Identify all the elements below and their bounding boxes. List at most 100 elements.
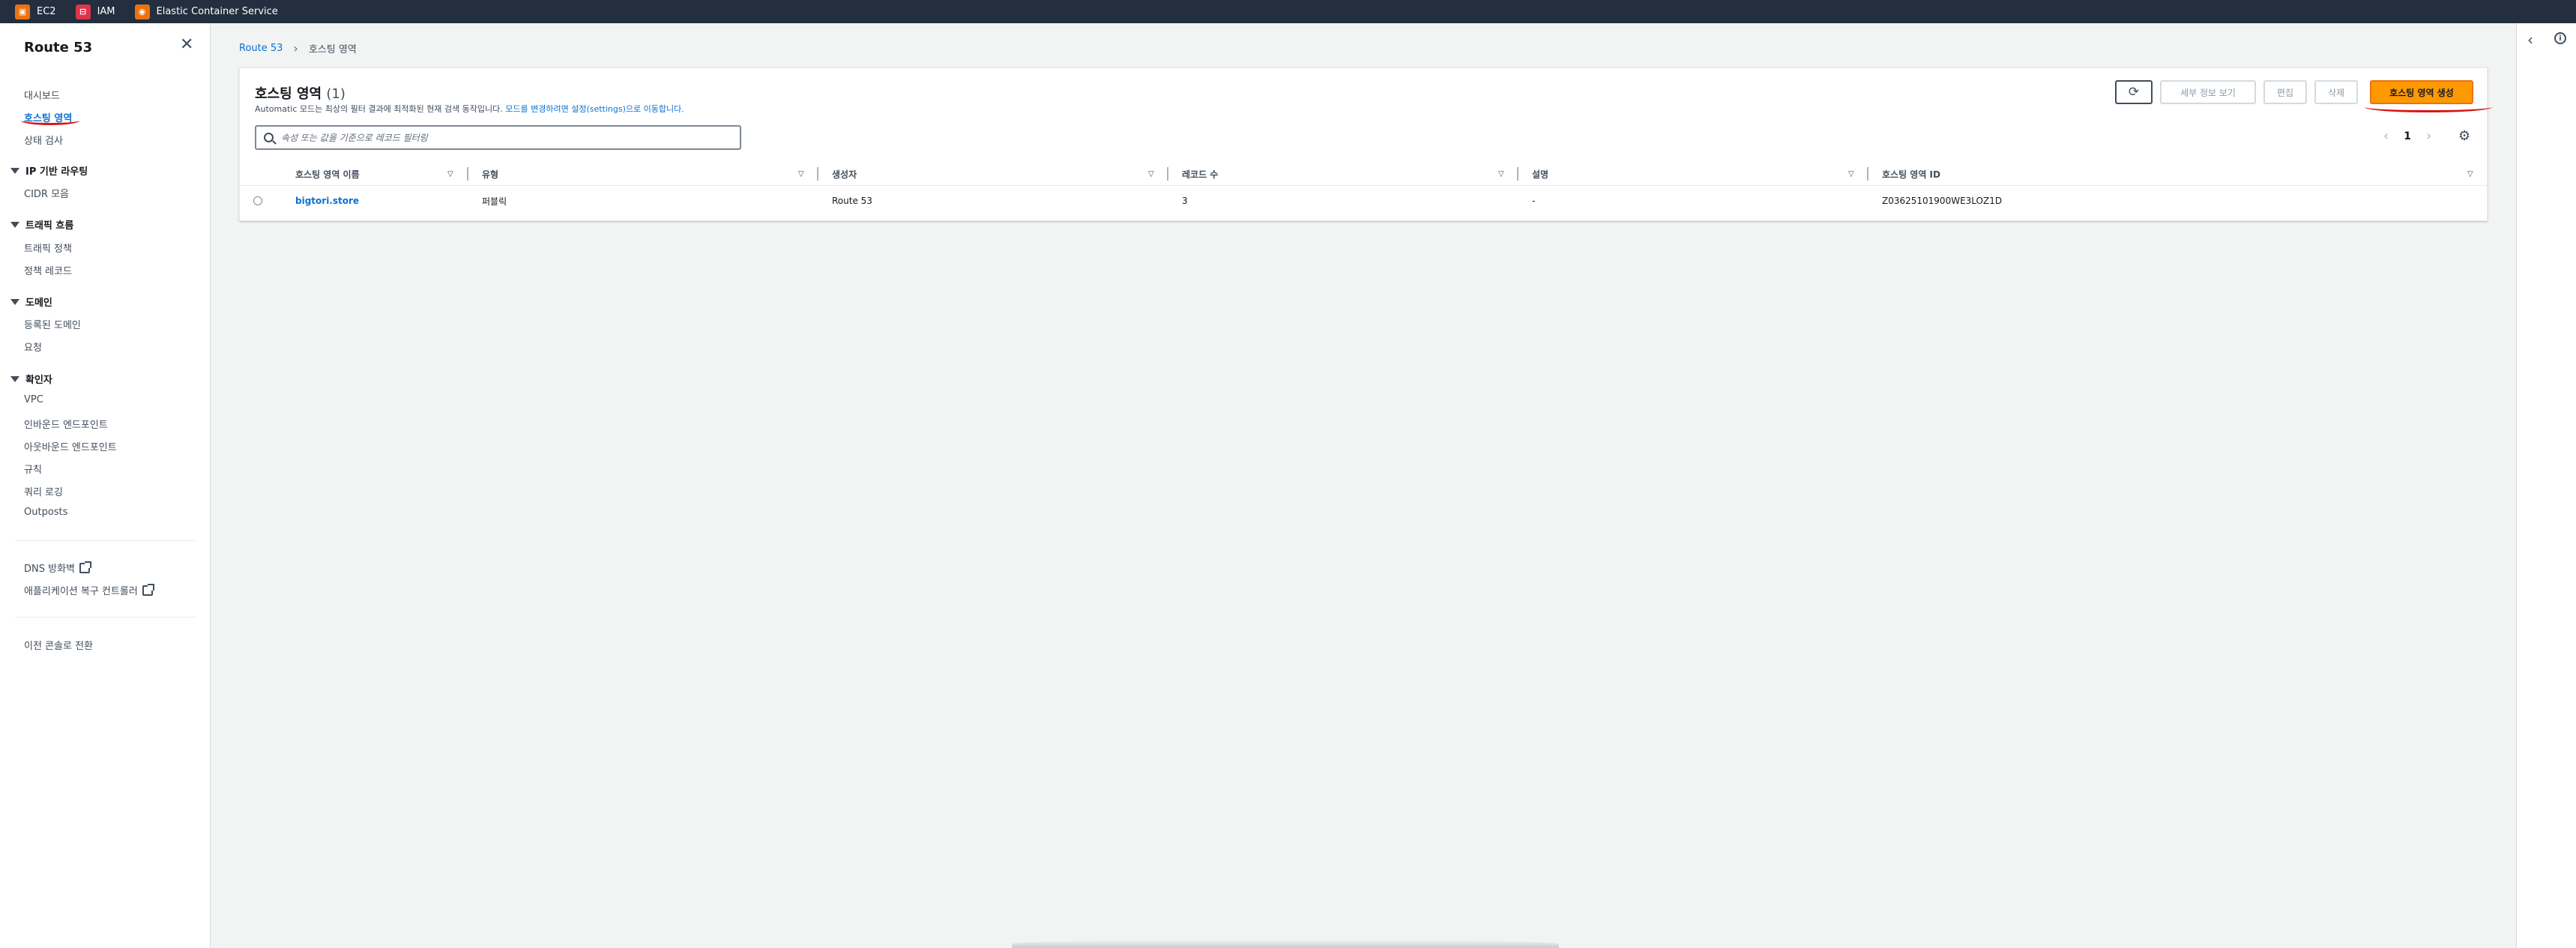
cell-type: 퍼블릭 xyxy=(482,196,507,207)
sidebar-group-title: 트래픽 흐름 xyxy=(25,220,74,232)
chevron-right-icon: › xyxy=(293,41,298,55)
sidebar-divider xyxy=(15,617,196,618)
column-resizer[interactable] xyxy=(1517,167,1518,181)
sort-icon[interactable]: ▽ xyxy=(447,170,453,178)
search-icon xyxy=(264,133,274,142)
breadcrumb-root[interactable]: Route 53 xyxy=(239,43,283,54)
page-title: 호스팅 영역 (1) xyxy=(255,83,346,103)
sidebar-group-domains[interactable]: 도메인 xyxy=(10,295,52,309)
sidebar-item-label: DNS 방화벽 xyxy=(24,564,75,575)
sidebar-item-dashboard[interactable]: 대시보드 xyxy=(24,88,60,102)
create-hosted-zone-button[interactable]: 호스팅 영역 생성 xyxy=(2370,80,2473,104)
sidebar-item-registered-domains[interactable]: 등록된 도메인 xyxy=(24,317,81,331)
chevron-right-icon[interactable]: › xyxy=(2426,128,2431,144)
sidebar-item-policy-records[interactable]: 정책 레코드 xyxy=(24,263,72,277)
info-icon[interactable]: i xyxy=(2554,32,2566,44)
pagination: ‹ 1 › xyxy=(2383,128,2431,144)
sidebar-title[interactable]: Route 53 xyxy=(24,40,92,55)
record-count: (1) xyxy=(326,86,346,102)
column-header-type[interactable]: 유형 xyxy=(482,162,498,186)
red-annotation-underline xyxy=(21,116,79,125)
favorite-label: Elastic Container Service xyxy=(156,6,278,17)
sidebar-item-legacy-console[interactable]: 이전 콘솔로 전환 xyxy=(24,638,93,652)
current-page-number[interactable]: 1 xyxy=(2404,130,2411,142)
sidebar-item-label: 애플리케이션 복구 컨트롤러 xyxy=(24,586,138,597)
panel-description-text: Automatic 모드는 최상의 필터 결과에 최적화된 현재 검색 동작입니… xyxy=(255,104,503,114)
panel-description: Automatic 모드는 최상의 필터 결과에 최적화된 현재 검색 동작입니… xyxy=(255,103,684,115)
column-resizer[interactable] xyxy=(467,167,468,181)
sort-icon[interactable]: ▽ xyxy=(1148,170,1154,178)
sidebar-group-title: 도메인 xyxy=(25,298,52,309)
sidebar-item-traffic-policies[interactable]: 트래픽 정책 xyxy=(24,241,72,255)
breadcrumb-current: 호스팅 영역 xyxy=(308,44,357,55)
column-header-name[interactable]: 호스팅 영역 이름 xyxy=(295,162,360,186)
sort-icon[interactable]: ▽ xyxy=(1498,170,1504,178)
sidebar-item-cidr-collections[interactable]: CIDR 모음 xyxy=(24,186,69,200)
caret-down-icon xyxy=(10,221,19,228)
sidebar-item-outbound-endpoints[interactable]: 아웃바운드 엔드포인트 xyxy=(24,439,117,453)
ecs-icon: ◉ xyxy=(134,4,150,19)
tools-rail: ‹ i xyxy=(2516,23,2576,948)
favorite-iam[interactable]: ⊟ IAM xyxy=(75,4,115,19)
edit-button[interactable]: 편집 xyxy=(2263,80,2307,104)
table-header: 호스팅 영역 이름 ▽ 유형 ▽ 생성자 ▽ 레코드 수 ▽ 설명 ▽ 호스팅 … xyxy=(240,162,2487,186)
sort-icon[interactable]: ▽ xyxy=(2467,170,2473,178)
sidebar-item-requests[interactable]: 요청 xyxy=(24,339,42,354)
table-row: bigtori.store 퍼블릭 Route 53 3 - Z03625101… xyxy=(240,186,2487,216)
chevron-left-icon[interactable]: ‹ xyxy=(2383,128,2389,144)
search-placeholder: 속성 또는 값을 기준으로 레코드 필터링 xyxy=(281,133,428,143)
close-icon[interactable]: ✕ xyxy=(180,37,193,53)
column-header-record-count[interactable]: 레코드 수 xyxy=(1182,162,1218,186)
caret-down-icon xyxy=(10,298,19,305)
ec2-icon: ▣ xyxy=(15,4,30,19)
view-details-button[interactable]: 세부 정보 보기 xyxy=(2160,80,2256,104)
cell-creator: Route 53 xyxy=(832,196,872,206)
favorite-label: IAM xyxy=(97,6,115,17)
sidebar-group-resolver[interactable]: 확인자 xyxy=(10,372,52,386)
delete-button[interactable]: 삭제 xyxy=(2314,80,2358,104)
column-resizer[interactable] xyxy=(1867,167,1868,181)
bottom-scroll-shadow xyxy=(1012,940,1559,948)
filter-search-input[interactable]: 속성 또는 값을 기준으로 레코드 필터링 xyxy=(255,125,741,150)
column-header-creator[interactable]: 생성자 xyxy=(832,162,857,186)
sort-icon[interactable]: ▽ xyxy=(1848,170,1854,178)
favorite-ecs[interactable]: ◉ Elastic Container Service xyxy=(134,4,278,19)
favorite-ec2[interactable]: ▣ EC2 xyxy=(15,4,56,19)
caret-down-icon xyxy=(10,375,19,382)
sidebar-item-rules[interactable]: 규칙 xyxy=(24,462,42,476)
refresh-button[interactable]: ⟳ xyxy=(2115,80,2153,104)
sidebar-item-vpcs[interactable]: VPC xyxy=(24,394,43,405)
hosted-zones-table-container: 호스팅 영역 (1) Automatic 모드는 최상의 필터 결과에 최적화된… xyxy=(239,67,2488,221)
sort-icon[interactable]: ▽ xyxy=(798,170,804,178)
cell-record-count: 3 xyxy=(1182,196,1188,206)
iam-icon: ⊟ xyxy=(75,4,91,19)
column-resizer[interactable] xyxy=(817,167,818,181)
settings-link[interactable]: 모드를 변경하려면 설정(settings)으로 이동합니다. xyxy=(505,104,684,114)
sidebar-item-dns-firewall[interactable]: DNS 방화벽 xyxy=(24,561,91,575)
sidebar-group-traffic-flow[interactable]: 트래픽 흐름 xyxy=(10,217,73,232)
sidebar-item-inbound-endpoints[interactable]: 인바운드 엔드포인트 xyxy=(24,417,108,431)
hosted-zone-name-link[interactable]: bigtori.store xyxy=(295,186,359,216)
sidebar-group-title: 확인자 xyxy=(25,375,52,386)
top-navigation-bar: ▣ EC2 ⊟ IAM ◉ Elastic Container Service xyxy=(0,0,2576,23)
external-link-icon xyxy=(142,584,154,596)
red-annotation-underline xyxy=(2365,102,2492,112)
sidebar-item-recovery-controller[interactable]: 애플리케이션 복구 컨트롤러 xyxy=(24,583,154,597)
side-navigation: Route 53 ✕ 대시보드 호스팅 영역 상태 검사 IP 기반 라우팅 C… xyxy=(0,23,211,948)
sidebar-divider xyxy=(15,540,196,541)
sidebar-group-ip-routing[interactable]: IP 기반 라우팅 xyxy=(10,163,88,178)
column-header-id[interactable]: 호스팅 영역 ID xyxy=(1882,162,1940,186)
row-select-radio[interactable] xyxy=(253,196,262,205)
panel-title-text: 호스팅 영역 xyxy=(255,86,322,102)
sidebar-item-health-checks[interactable]: 상태 검사 xyxy=(24,133,63,147)
cell-description: - xyxy=(1532,196,1536,206)
refresh-icon: ⟳ xyxy=(2128,85,2140,100)
sidebar-item-query-logging[interactable]: 쿼리 로깅 xyxy=(24,484,63,498)
column-header-description[interactable]: 설명 xyxy=(1532,162,1548,186)
column-resizer[interactable] xyxy=(1167,167,1168,181)
cell-hosted-zone-id: Z03625101900WE3LOZ1D xyxy=(1882,196,2003,206)
gear-icon[interactable]: ⚙ xyxy=(2458,128,2470,144)
favorite-label: EC2 xyxy=(37,6,56,17)
chevron-left-icon[interactable]: ‹ xyxy=(2527,31,2533,49)
sidebar-item-outposts[interactable]: Outposts xyxy=(24,507,67,518)
